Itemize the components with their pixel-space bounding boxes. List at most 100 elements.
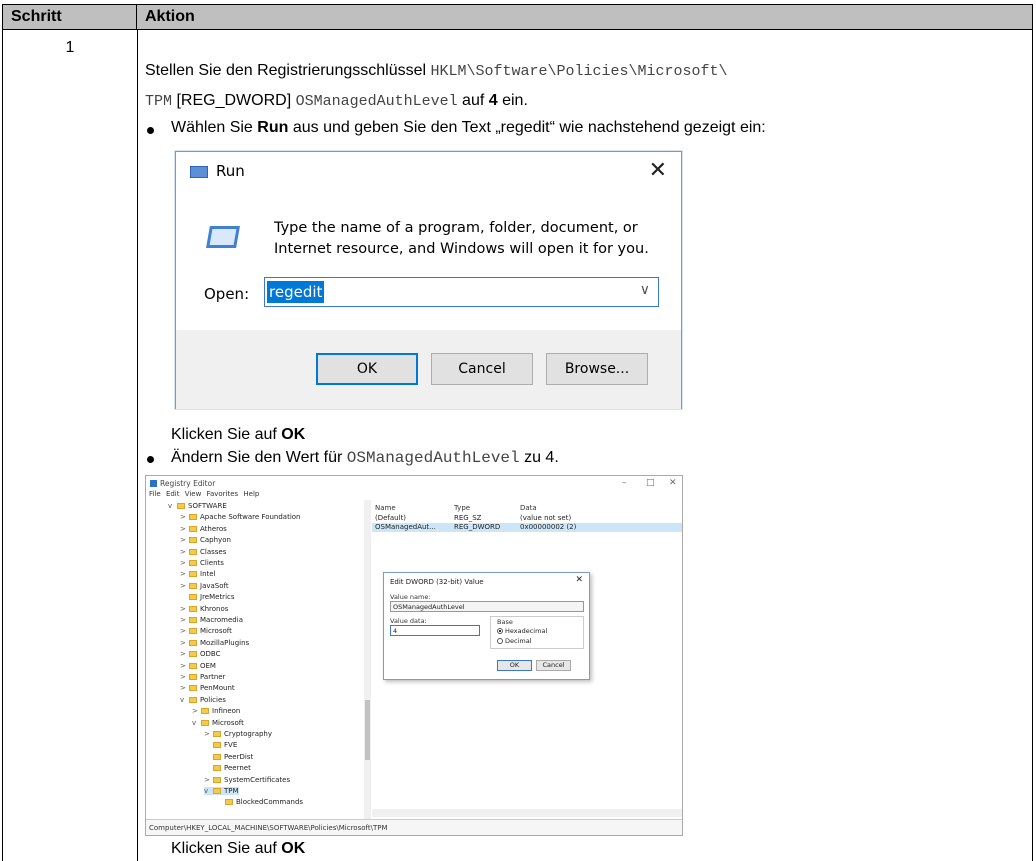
col-data[interactable]: Data (520, 504, 537, 512)
chevron-down-icon[interactable]: ∨ (640, 282, 650, 298)
tree-item[interactable]: Peernet (204, 764, 251, 772)
chevron-down-icon[interactable]: v (168, 502, 177, 510)
chevron-right-icon[interactable]: > (180, 605, 189, 613)
dec-radio[interactable]: Decimal (497, 637, 532, 645)
tree-item-label: Khronos (200, 604, 229, 613)
run-icon (190, 166, 208, 178)
chevron-right-icon[interactable]: > (180, 559, 189, 567)
browse-button[interactable]: Browse... (546, 353, 648, 385)
chevron-right-icon[interactable]: > (204, 776, 213, 784)
tree-item[interactable]: > Clients (180, 559, 224, 567)
tree-item-label: Macromedia (200, 616, 243, 624)
tree-item[interactable]: v SOFTWARE (168, 502, 227, 510)
tree-item[interactable]: > PenMount (180, 684, 235, 692)
value-data-input[interactable]: 4 (390, 625, 480, 636)
tree-item[interactable]: v TPM (204, 787, 239, 795)
instruction-line-2: TPM [REG_DWORD] OSManagedAuthLevel auf 4… (145, 92, 528, 110)
minimize-icon[interactable]: – (622, 478, 627, 488)
chevron-right-icon[interactable]: > (180, 513, 189, 521)
col-type[interactable]: Type (454, 504, 470, 512)
tree-scrollbar[interactable] (364, 500, 371, 819)
tree-item[interactable]: > Khronos (180, 605, 228, 613)
chevron-right-icon[interactable]: > (180, 662, 189, 670)
tree-item[interactable]: > Partner (180, 673, 225, 681)
tree-item-label: Partner (200, 673, 226, 681)
tree-item[interactable]: JreMetrics (180, 593, 235, 601)
chevron-right-icon[interactable]: > (180, 536, 189, 544)
close-icon[interactable]: ✕ (669, 478, 677, 488)
chevron-right-icon[interactable]: > (180, 525, 189, 533)
tree-item[interactable]: > SystemCertificates (204, 776, 290, 784)
run-title: Run (216, 162, 245, 180)
registry-tree[interactable]: v SOFTWARE > Apache Software Foundation > Ath… (146, 500, 370, 819)
chevron-right-icon[interactable]: > (204, 730, 213, 738)
folder-icon (213, 776, 221, 783)
click-ok-2-text: Klicken Sie auf (171, 840, 282, 857)
hex-radio[interactable]: Hexadecimal (497, 627, 547, 635)
value-name-field[interactable]: OSManagedAuthLevel (390, 601, 584, 612)
tree-item[interactable]: > Caphyon (180, 536, 231, 544)
tree-item[interactable]: > Classes (180, 548, 226, 556)
tree-item-label: SystemCertificates (224, 775, 291, 784)
chevron-right-icon[interactable]: > (180, 582, 189, 590)
close-icon[interactable]: ✕ (649, 158, 667, 183)
chevron-right-icon[interactable]: > (180, 639, 189, 647)
chevron-down-icon[interactable]: v (180, 696, 189, 704)
chevron-right-icon[interactable]: > (180, 650, 189, 658)
table-row[interactable]: OSManagedAut... REG_DWORD 0x00000002 (2) (372, 523, 682, 532)
chevron-right-icon[interactable]: > (180, 616, 189, 624)
chevron-right-icon[interactable]: > (180, 570, 189, 578)
tree-item[interactable]: > JavaSoft (180, 582, 229, 590)
tree-item-label: Policies (200, 695, 226, 704)
chevron-down-icon[interactable]: v (204, 787, 213, 795)
chevron-right-icon[interactable]: > (180, 673, 189, 681)
row-type: REG_DWORD (454, 523, 501, 531)
close-icon[interactable]: ✕ (575, 575, 583, 585)
folder-icon (189, 571, 197, 578)
folder-icon (189, 605, 197, 612)
edit-dword-dialog: Edit DWORD (32-bit) Value ✕ Value name: … (383, 572, 590, 680)
tree-item[interactable]: > MozillaPlugins (180, 639, 249, 647)
tree-item[interactable]: FVE (204, 741, 237, 749)
dword-ok-button[interactable]: OK (497, 660, 532, 671)
chevron-right-icon[interactable]: > (192, 707, 201, 715)
scrollbar-thumb[interactable] (365, 700, 370, 760)
registry-menu[interactable]: File Edit View Favorites Help (149, 490, 259, 498)
maximize-icon[interactable]: □ (646, 478, 655, 488)
registry-icon (150, 480, 157, 487)
tree-item[interactable]: > Cryptography (204, 730, 272, 738)
chevron-down-icon[interactable]: v (192, 719, 201, 727)
tree-item[interactable]: > Intel (180, 570, 216, 578)
tree-item[interactable]: > ODBC (180, 650, 220, 658)
tree-item[interactable]: > Apache Software Foundation (180, 513, 301, 521)
folder-icon (189, 582, 197, 589)
tree-item[interactable]: BlockedCommands (216, 798, 303, 806)
ok-button[interactable]: OK (316, 353, 418, 385)
table-row[interactable]: (Default) REG_SZ (value not set) (372, 514, 682, 523)
cancel-button[interactable]: Cancel (431, 353, 533, 385)
chevron-right-icon[interactable]: > (180, 684, 189, 692)
chevron-right-icon[interactable]: > (180, 627, 189, 635)
col-name[interactable]: Name (375, 504, 396, 512)
tree-item[interactable]: > Infineon (192, 707, 240, 715)
header-step: Schritt (3, 5, 137, 30)
line2-end: ein. (497, 92, 528, 109)
tree-item-label: SOFTWARE (188, 502, 227, 510)
bullet-icon (147, 456, 154, 463)
tree-item-label: Atheros (200, 524, 227, 533)
tree-item[interactable]: > Macromedia (180, 616, 243, 624)
tree-item[interactable]: > Atheros (180, 525, 227, 533)
open-combobox[interactable]: regedit ∨ (264, 277, 659, 307)
tree-item[interactable]: PeerDist (204, 753, 253, 761)
tree-item[interactable]: > Microsoft (180, 627, 232, 635)
list-scrollbar[interactable] (372, 809, 682, 817)
click-ok-2-bold: OK (281, 840, 306, 857)
tree-item[interactable]: v Microsoft (192, 719, 244, 727)
value-name-label: Value name: (390, 593, 431, 601)
tree-item[interactable]: > OEM (180, 662, 216, 670)
chevron-right-icon[interactable]: > (180, 548, 189, 556)
dword-cancel-button[interactable]: Cancel (536, 660, 571, 671)
tree-item-label: OEM (200, 661, 216, 670)
tree-item[interactable]: v Policies (180, 696, 226, 704)
open-input[interactable]: regedit (267, 281, 325, 303)
